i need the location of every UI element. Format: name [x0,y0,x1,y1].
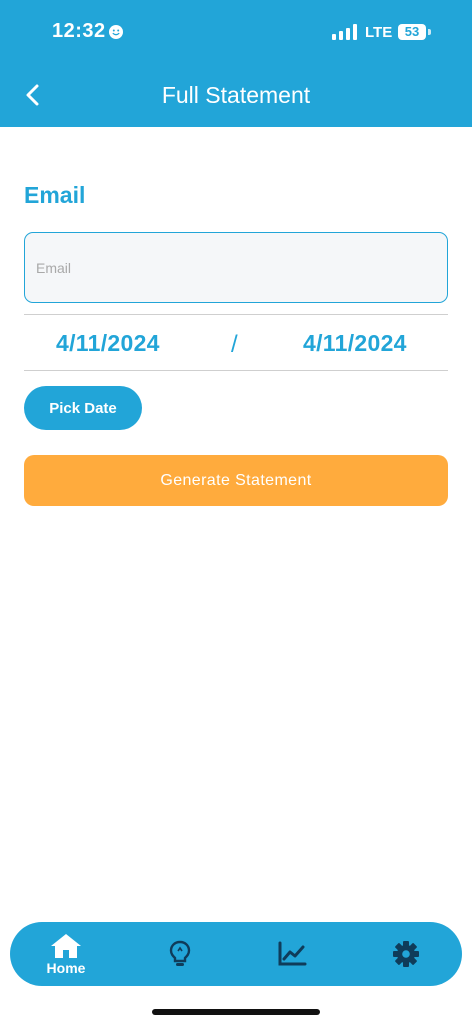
network-type: LTE [365,24,393,41]
generate-statement-button[interactable]: Generate Statement [24,455,448,506]
gear-icon [393,941,419,967]
home-indicator [152,1009,320,1015]
start-date: 4/11/2024 [56,330,160,356]
divider-bottom [24,370,448,371]
signal-icon [332,24,357,40]
nav-item-home[interactable]: Home [31,922,101,986]
email-section-label: Email [24,182,86,208]
nav-label-home: Home [46,959,86,976]
smiley-icon [109,25,123,39]
email-input[interactable] [24,232,448,303]
pick-date-button[interactable]: Pick Date [24,386,142,430]
end-date: 4/11/2024 [303,330,407,356]
status-time: 12:32 [52,20,106,42]
battery-nub [428,29,431,35]
chart-line-icon [278,941,307,966]
nav-item-analytics[interactable] [257,922,327,986]
home-icon [51,933,81,958]
battery-icon: 53 [398,24,426,40]
date-separator: / [231,331,238,358]
lightbulb-icon [169,940,191,966]
nav-item-ideas[interactable] [145,922,215,986]
app-header: 12:32 LTE 53 Full Statement [0,0,472,127]
nav-item-settings[interactable] [371,922,441,986]
divider-top [24,314,448,315]
page-title: Full Statement [161,82,311,108]
bottom-navigation: Home [10,922,462,986]
